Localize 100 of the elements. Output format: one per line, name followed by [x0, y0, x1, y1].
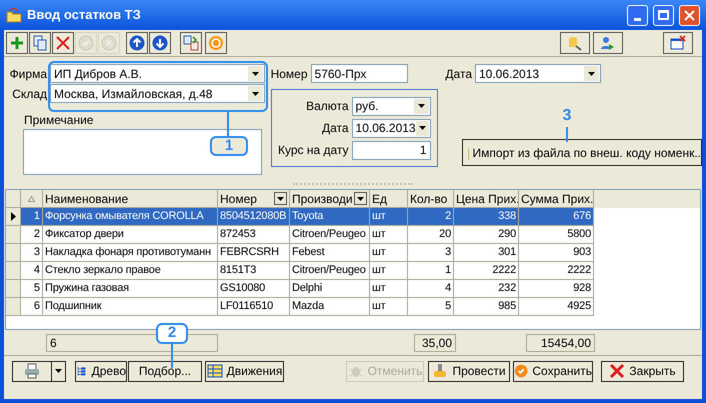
- callout-number: 1: [210, 136, 248, 156]
- movements-button[interactable]: Движения: [205, 360, 284, 382]
- users-button[interactable]: [593, 32, 623, 54]
- table-cell: шт: [370, 280, 408, 298]
- copy-icon: [32, 35, 48, 51]
- field-label: Склад: [11, 86, 48, 102]
- table-cell: Пружина газовая: [43, 280, 218, 298]
- table-cell: 5800: [519, 226, 594, 244]
- plus-icon: [8, 35, 24, 51]
- cross-icon: [609, 363, 626, 379]
- caret-icon: [277, 196, 284, 200]
- table-cell: шт: [370, 208, 408, 226]
- add-button[interactable]: [6, 32, 28, 54]
- table-cell: 1: [408, 262, 454, 280]
- table-cell: FEBRCSRH: [218, 244, 290, 262]
- table-cell: Mazda: [290, 298, 370, 316]
- warehouse-dropdown[interactable]: Москва, Измайловская, д.48: [50, 84, 265, 103]
- table-cell: 4925: [519, 298, 594, 316]
- callout-number: 3: [562, 106, 572, 126]
- table-cell: Citroen/Peugeo: [290, 226, 370, 244]
- maximize-button[interactable]: [653, 4, 674, 26]
- field-label: Дата: [320, 120, 350, 137]
- caret-icon: [357, 196, 364, 200]
- print-button[interactable]: [12, 360, 66, 382]
- table-cell: Подшипник: [43, 298, 218, 316]
- caret-icon: [252, 72, 259, 76]
- row-number: 4: [21, 262, 43, 280]
- sort-icon: [28, 196, 35, 202]
- save-button[interactable]: Сохранить: [513, 360, 593, 382]
- callout-line: [566, 127, 568, 142]
- table-cell: 8151T3: [218, 262, 290, 280]
- table-cell: Стекло зеркало правое: [43, 262, 218, 280]
- transfer-button[interactable]: [180, 32, 202, 54]
- total-cell: 35,00: [414, 334, 456, 352]
- table-cell: 2: [408, 208, 454, 226]
- refresh-icon: [208, 35, 224, 51]
- close-button[interactable]: Закрыть: [601, 360, 684, 382]
- table-cell: шт: [370, 298, 408, 316]
- import-button[interactable]: Импорт из файла по внеш. коду номенк..: [462, 139, 702, 166]
- move-up-button[interactable]: [126, 32, 148, 54]
- field-label: Фирма: [8, 66, 48, 82]
- table-cell: 903: [519, 244, 594, 262]
- table-cell: 676: [519, 208, 594, 226]
- row-indicator[interactable]: [6, 208, 21, 226]
- field-label: Дата: [444, 66, 473, 82]
- field-label: Курс на дату: [276, 142, 350, 159]
- row-number: 2: [21, 226, 43, 244]
- table-cell: Citroen/Peugeo: [290, 262, 370, 280]
- filter-button[interactable]: [354, 192, 367, 205]
- close-button[interactable]: [679, 4, 700, 26]
- row-number: 5: [21, 280, 43, 298]
- table-cell: 4: [408, 280, 454, 298]
- field-label: Валюта: [305, 98, 350, 115]
- users-icon: [600, 35, 616, 51]
- caret-icon: [588, 72, 595, 76]
- table-cell: Накладка фонаря противотуманн: [43, 244, 218, 262]
- table-cell: Фиксатор двери: [43, 226, 218, 244]
- rate-field[interactable]: 1: [352, 140, 431, 160]
- number-field[interactable]: 5760-Прх: [310, 64, 408, 83]
- close-window-button[interactable]: [663, 32, 693, 54]
- note-field[interactable]: [23, 129, 262, 175]
- table-cell: Delphi: [290, 280, 370, 298]
- date-dropdown[interactable]: 10.06.2013: [475, 64, 601, 83]
- table-cell: 2222: [454, 262, 519, 280]
- caret-icon: [418, 104, 425, 108]
- table-cell: LF0116510: [218, 298, 290, 316]
- caret-icon: [252, 92, 259, 96]
- table-cell: 232: [454, 280, 519, 298]
- field-label: Примечание: [24, 112, 94, 129]
- table-cell: 985: [454, 298, 519, 316]
- selection-button[interactable]: Подбор...: [128, 360, 202, 382]
- table-cell: 20: [408, 226, 454, 244]
- copy-button[interactable]: [28, 32, 50, 54]
- transfer-icon: [182, 35, 198, 51]
- cancel-circle-icon: [100, 35, 116, 51]
- minimize-button[interactable]: [627, 4, 648, 26]
- currency-dropdown[interactable]: руб.: [352, 96, 431, 116]
- move-down-button[interactable]: [149, 32, 171, 54]
- close-window-icon: [670, 35, 686, 51]
- table-icon: [206, 363, 223, 379]
- table-cell: шт: [370, 244, 408, 262]
- filter-button[interactable]: [274, 192, 287, 205]
- window-title: Ввод остатков ТЗ: [27, 6, 141, 24]
- tree-button[interactable]: Древо: [75, 360, 127, 382]
- total-cell: 15454,00: [526, 334, 595, 352]
- stamp-icon: [432, 363, 448, 379]
- table-cell: Форсунка омывателя COROLLA: [43, 208, 218, 226]
- caret-icon: [55, 369, 62, 373]
- check-circle-icon: [514, 363, 528, 379]
- date-dropdown[interactable]: 10.06.2013: [352, 118, 431, 138]
- security-button[interactable]: [560, 32, 590, 54]
- firm-dropdown[interactable]: ИП Дибров А.В.: [50, 64, 265, 83]
- table-cell: 301: [454, 244, 519, 262]
- post-button[interactable]: Провести: [428, 360, 510, 382]
- table-cell: 872453: [218, 226, 290, 244]
- cross-icon: [54, 35, 70, 51]
- table-cell: Toyota: [290, 208, 370, 226]
- delete-button[interactable]: [52, 32, 74, 54]
- refresh-button[interactable]: [205, 32, 227, 54]
- row-number: 6: [21, 298, 43, 316]
